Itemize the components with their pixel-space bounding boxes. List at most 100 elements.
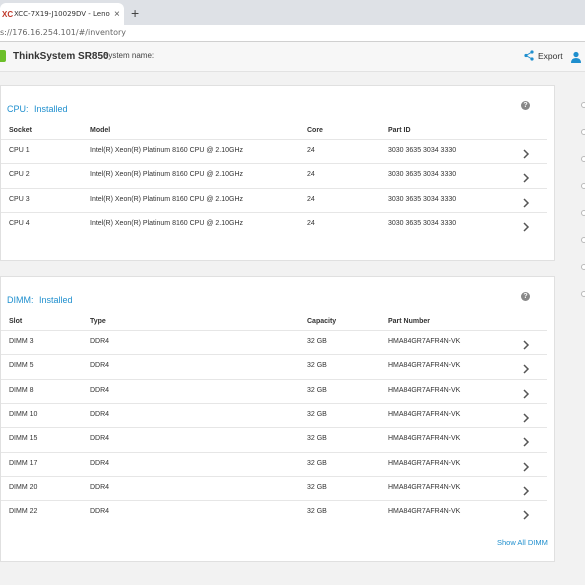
share-icon [524,50,534,61]
table-row[interactable]: DIMM 10 DDR4 32 GB HMA84GR7AFR4N-VK [1,402,547,427]
favicon-icon: XC [2,9,14,19]
dimm-table-header: Slot Type Capacity Part Number [1,314,547,330]
table-row[interactable]: DIMM 3 DDR4 32 GB HMA84GR7AFR4N-VK [1,330,547,354]
table-cell: DDR4 [90,483,110,491]
table-cell: 3030 3635 3034 3330 [388,195,457,203]
table-cell: Intel(R) Xeon(R) Platinum 8160 CPU @ 2.1… [90,195,243,203]
table-cell: DIMM 5 [9,362,34,370]
table-cell: DIMM 20 [9,483,38,491]
dimm-panel: DIMM: Installed ? Slot Type Capacity Par… [0,276,555,562]
table-cell: Intel(R) Xeon(R) Platinum 8160 CPU @ 2.1… [90,219,243,227]
column-header: Slot [9,318,23,325]
table-row[interactable]: DIMM 8 DDR4 32 GB HMA84GR7AFR4N-VK [1,378,547,403]
table-cell: HMA84GR7AFR4N-VK [388,435,461,443]
product-name: ThinkSystem SR850 [13,51,109,62]
show-all-dimm-link[interactable]: Show All DIMM [497,538,548,547]
table-cell: 32 GB [307,362,327,370]
table-cell: 32 GB [307,386,327,394]
table-cell: HMA84GR7AFR4N-VK [388,386,461,394]
table-row[interactable]: DIMM 15 DDR4 32 GB HMA84GR7AFR4N-VK [1,427,547,451]
browser-tab-bar: XC XCC-7X19-J10029DV - Lenovo X × + [0,0,585,25]
table-cell: 3030 3635 3034 3330 [388,219,457,227]
nav-dot[interactable] [581,210,585,216]
chevron-right-icon[interactable] [522,459,530,472]
chevron-right-icon[interactable] [522,410,530,423]
user-icon[interactable] [570,51,582,63]
cpu-status: Installed [34,104,68,114]
nav-dot[interactable] [581,264,585,270]
system-name-label: System name: [103,51,155,60]
table-cell: DIMM 3 [9,338,34,345]
address-bar[interactable]: s://176.16.254.101/#/inventory [0,25,585,42]
chevron-right-icon[interactable] [522,146,530,159]
nav-dot[interactable] [581,129,585,135]
chevron-right-icon[interactable] [522,195,530,208]
nav-dot[interactable] [581,291,585,297]
chevron-right-icon[interactable] [522,219,530,232]
table-row[interactable]: DIMM 17 DDR4 32 GB HMA84GR7AFR4N-VK [1,451,547,476]
table-cell: DDR4 [90,410,110,418]
table-cell: DDR4 [90,508,110,516]
table-cell: CPU 1 [9,147,30,154]
table-cell: CPU 3 [9,195,30,203]
table-row[interactable]: CPU 4 Intel(R) Xeon(R) Platinum 8160 CPU … [1,211,547,236]
table-cell: 24 [307,171,315,179]
table-cell: 32 GB [307,483,327,491]
export-label: Export [538,50,563,61]
table-cell: Intel(R) Xeon(R) Platinum 8160 CPU @ 2.1… [90,147,243,154]
help-icon[interactable]: ? [521,292,530,301]
chevron-right-icon[interactable] [522,361,530,374]
url-text[interactable]: s://176.16.254.101/#/inventory [0,28,126,37]
table-cell: HMA84GR7AFR4N-VK [388,508,461,516]
tab-title: XCC-7X19-J10029DV - Lenovo X [14,10,110,18]
nav-dot[interactable] [581,183,585,189]
table-cell: 24 [307,195,315,203]
cpu-section-title: CPU: Installed [7,104,68,114]
help-icon[interactable]: ? [521,101,530,110]
dimm-status: Installed [39,295,73,305]
table-cell: 3030 3635 3034 3330 [388,147,457,154]
table-cell: Intel(R) Xeon(R) Platinum 8160 CPU @ 2.1… [90,171,243,179]
column-header: Core [307,127,323,134]
table-row[interactable]: DIMM 5 DDR4 32 GB HMA84GR7AFR4N-VK [1,354,547,378]
chevron-right-icon[interactable] [522,434,530,447]
nav-dot[interactable] [581,102,585,108]
table-cell: HMA84GR7AFR4N-VK [388,459,461,467]
table-row[interactable]: CPU 2 Intel(R) Xeon(R) Platinum 8160 CPU … [1,163,547,187]
table-row[interactable]: CPU 1 Intel(R) Xeon(R) Platinum 8160 CPU … [1,139,547,163]
table-cell: 32 GB [307,338,327,345]
table-cell: 24 [307,147,315,154]
table-cell: CPU 4 [9,219,30,227]
table-cell: DDR4 [90,386,110,394]
close-tab-icon[interactable]: × [114,9,120,20]
chevron-right-icon[interactable] [522,170,530,183]
table-cell: DIMM 22 [9,508,38,516]
table-cell: DDR4 [90,459,110,467]
table-row[interactable]: DIMM 20 DDR4 32 GB HMA84GR7AFR4N-VK [1,475,547,500]
nav-dot[interactable] [581,237,585,243]
chevron-right-icon[interactable] [522,483,530,496]
table-cell: 32 GB [307,410,327,418]
table-cell: DDR4 [90,338,110,345]
table-cell: 32 GB [307,435,327,443]
chevron-right-icon[interactable] [522,386,530,399]
table-row[interactable]: CPU 3 Intel(R) Xeon(R) Platinum 8160 CPU … [1,187,547,212]
new-tab-icon[interactable]: + [131,5,139,21]
export-button[interactable]: Export [524,50,563,61]
browser-tab[interactable]: XC XCC-7X19-J10029DV - Lenovo X × [0,3,124,25]
nav-dot[interactable] [581,156,585,162]
chevron-right-icon[interactable] [522,507,530,520]
table-cell: DIMM 17 [9,459,38,467]
table-cell: CPU 2 [9,171,30,179]
table-cell: 3030 3635 3034 3330 [388,171,457,179]
chevron-right-icon[interactable] [522,337,530,350]
table-cell: 32 GB [307,459,327,467]
dimm-section-title: DIMM: Installed [7,295,73,305]
app-header: ThinkSystem SR850 System name: Export [0,42,585,72]
table-cell: HMA84GR7AFR4N-VK [388,410,461,418]
logo-icon [0,50,6,62]
table-cell: HMA84GR7AFR4N-VK [388,338,461,345]
table-cell: DIMM 15 [9,435,38,443]
table-row[interactable]: DIMM 22 DDR4 32 GB HMA84GR7AFR4N-VK [1,500,547,524]
table-cell: HMA84GR7AFR4N-VK [388,362,461,370]
